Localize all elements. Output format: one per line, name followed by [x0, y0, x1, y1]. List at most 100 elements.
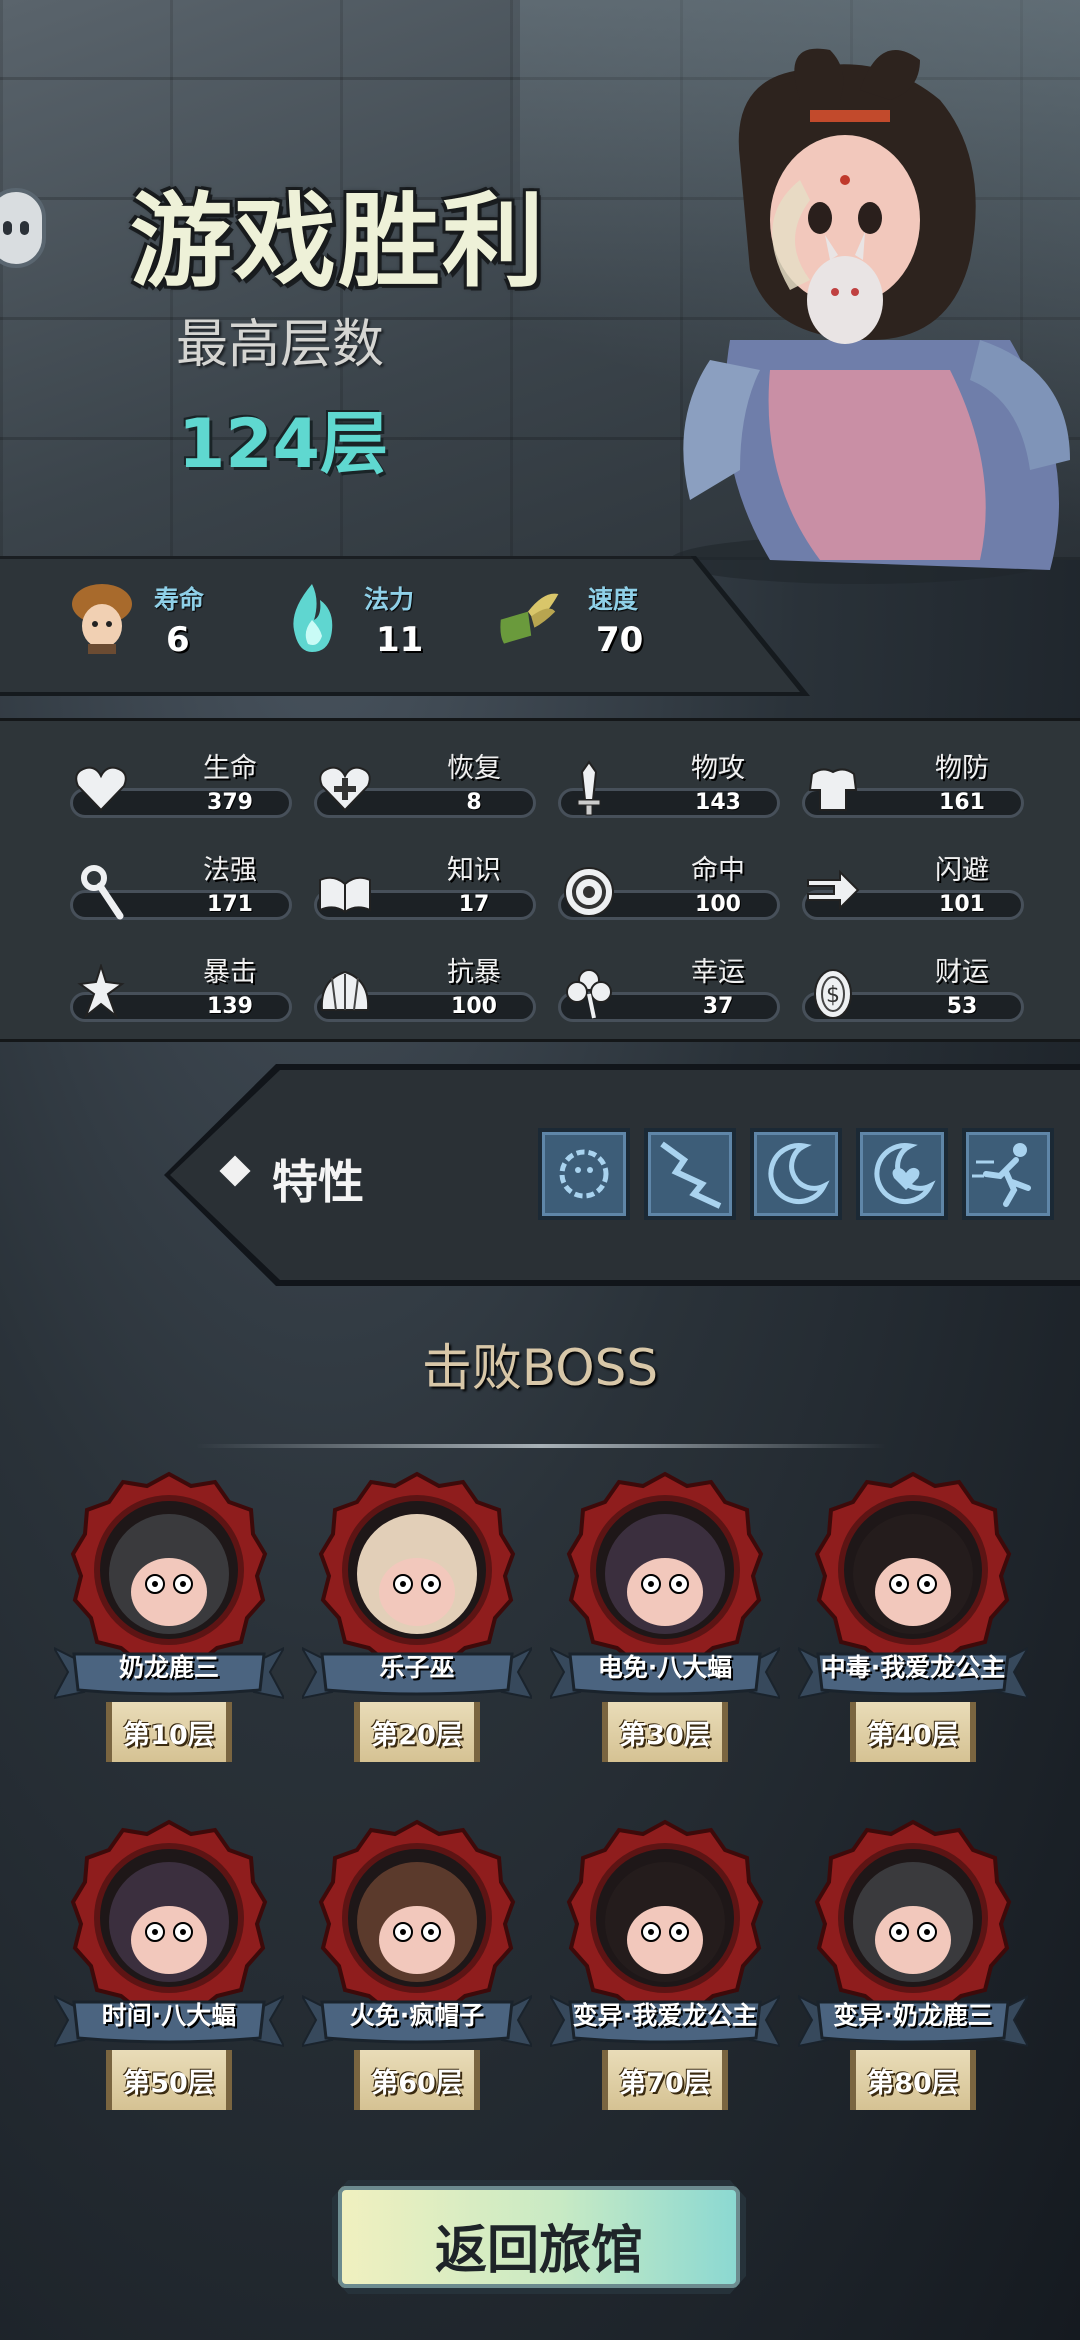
- clover-icon: [566, 969, 612, 1019]
- coin-icon: $: [814, 969, 852, 1019]
- winged-boot-icon: [500, 593, 559, 644]
- boss-name: 电免·八大蝠: [597, 1653, 733, 1682]
- boss-floor: 第50层: [123, 2068, 215, 2099]
- attr-label: 寿命: [154, 585, 205, 614]
- spiky-blob-icon: [559, 1149, 609, 1199]
- attr-value: 70: [596, 620, 644, 660]
- stat-value: 100: [451, 994, 497, 1019]
- stat-luck: 幸运 37: [558, 940, 788, 1026]
- boss-name: 中毒·我爱龙公主: [820, 1653, 1006, 1682]
- stat-value: 100: [695, 892, 741, 917]
- attr-label: 速度: [588, 585, 639, 614]
- stat-name: 生命: [203, 753, 257, 784]
- sword-icon: [577, 760, 601, 816]
- stat-value: 37: [702, 994, 734, 1019]
- side-ghost-avatar-button[interactable]: [0, 188, 46, 268]
- boss-name: 变异·我爱龙公主: [572, 2001, 758, 2030]
- target-icon: [564, 867, 614, 917]
- boss-card[interactable]: 奶龙鹿三第10层: [54, 1470, 284, 1790]
- stat-physical-defense: 物防 161: [802, 736, 1032, 822]
- stat-name: 闪避: [935, 855, 989, 886]
- attr-speed: 速度 70: [496, 580, 643, 660]
- stat-name: 物防: [935, 753, 989, 784]
- max-floor-label: 最高层数: [176, 315, 385, 375]
- boss-floor: 第60层: [371, 2068, 463, 2099]
- stat-crit-resist: 抗暴 100: [314, 940, 544, 1026]
- attr-value: 11: [376, 620, 424, 660]
- crack-icon: [660, 1141, 722, 1209]
- hero-character-illustration: [670, 48, 1070, 584]
- boss-floor: 第70层: [619, 2068, 711, 2099]
- trait-slot-3[interactable]: [750, 1128, 842, 1220]
- boss-name: 变异·奶龙鹿三: [833, 2001, 993, 2030]
- armor-icon: [808, 768, 858, 811]
- heart-icon: [75, 766, 127, 812]
- stat-value: 101: [939, 892, 985, 917]
- boss-name: 奶龙鹿三: [118, 1653, 219, 1682]
- stat-accuracy: 命中 100: [558, 838, 788, 924]
- boss-floor: 第20层: [371, 1720, 463, 1751]
- boss-card[interactable]: 变异·奶龙鹿三 第80层: [798, 1818, 1028, 2138]
- svg-text:$: $: [826, 983, 840, 1008]
- stat-fortune: $ 财运 53: [802, 940, 1032, 1026]
- boss-card[interactable]: 乐子巫第20层: [302, 1470, 532, 1790]
- traits-label: 特性: [272, 1155, 364, 1209]
- stat-name: 命中: [691, 855, 745, 886]
- stat-value: 143: [695, 790, 741, 815]
- trait-slot-2[interactable]: [644, 1128, 736, 1220]
- boss-name: 乐子巫: [379, 1653, 455, 1682]
- stat-name: 法强: [203, 855, 257, 886]
- boss-section-title: 击败BOSS: [421, 1339, 659, 1397]
- boss-card[interactable]: 时间·八大蝠 第50层: [54, 1818, 284, 2138]
- boss-floor: 第40层: [867, 1720, 959, 1751]
- stat-value: 171: [207, 892, 253, 917]
- attr-label: 法力: [364, 585, 415, 614]
- stat-value: 139: [207, 994, 253, 1019]
- shell-shield-icon: [320, 970, 370, 1011]
- stat-knowledge: 知识 17: [314, 838, 544, 924]
- boss-card[interactable]: 变异·我爱龙公主 第70层: [550, 1818, 780, 2138]
- stat-value: 53: [946, 994, 978, 1019]
- game-victory-screen: 游戏胜利 最高层数 124层 寿命 6 法力 11 速度 70 生命 379 恢…: [0, 0, 1080, 2340]
- stat-name: 幸运: [691, 957, 745, 988]
- attr-lifespan: 寿命 6: [70, 580, 204, 660]
- attr-value: 6: [166, 620, 190, 660]
- stat-value: 161: [939, 790, 985, 815]
- boss-card[interactable]: 电免·八大蝠 第30层: [550, 1470, 780, 1790]
- trait-slot-1[interactable]: [538, 1128, 630, 1220]
- mushroom-head-icon: [72, 584, 132, 654]
- attr-mana: 法力 11: [280, 580, 423, 660]
- stat-evasion: 闪避 101: [802, 838, 1032, 924]
- max-floor-value: 124层: [178, 405, 388, 484]
- running-figure-icon: [972, 1143, 1031, 1207]
- blue-flame-icon: [293, 584, 333, 652]
- victory-title: 游戏胜利: [130, 183, 546, 302]
- stat-value: 17: [458, 892, 490, 917]
- stat-magic-power: 法强 171: [70, 838, 300, 924]
- trait-slot-5[interactable]: [962, 1128, 1054, 1220]
- moon-icon: [768, 1143, 830, 1205]
- ghost-eye-icon: [20, 221, 29, 235]
- boss-card[interactable]: 火免·疯帽子 第60层: [302, 1818, 532, 2138]
- crit-blade-icon: [77, 964, 125, 1020]
- ghost-eye-icon: [3, 221, 12, 235]
- stat-name: 物攻: [691, 753, 745, 784]
- boss-floor: 第30层: [619, 1720, 711, 1751]
- boss-card[interactable]: 中毒·我爱龙公主 第40层: [798, 1470, 1028, 1790]
- section-divider: [196, 1444, 886, 1448]
- return-button-label: 返回旅馆: [434, 2221, 643, 2281]
- stat-hp: 生命 379: [70, 736, 300, 822]
- return-to-inn-button[interactable]: 返回旅馆: [332, 2180, 746, 2294]
- boss-name: 时间·八大蝠: [101, 2001, 237, 2030]
- book-icon: [319, 876, 371, 914]
- trait-slot-4[interactable]: [856, 1128, 948, 1220]
- stat-physical-attack: 物攻 143: [558, 736, 788, 822]
- stat-value: 379: [207, 790, 253, 815]
- boss-floor: 第10层: [123, 1720, 215, 1751]
- heart-plus-icon: [319, 766, 371, 812]
- stat-name: 恢复: [447, 753, 501, 784]
- stat-value: 8: [466, 790, 482, 815]
- stat-regen: 恢复 8: [314, 736, 544, 822]
- stat-name: 知识: [447, 855, 501, 886]
- stat-name: 抗暴: [447, 957, 501, 988]
